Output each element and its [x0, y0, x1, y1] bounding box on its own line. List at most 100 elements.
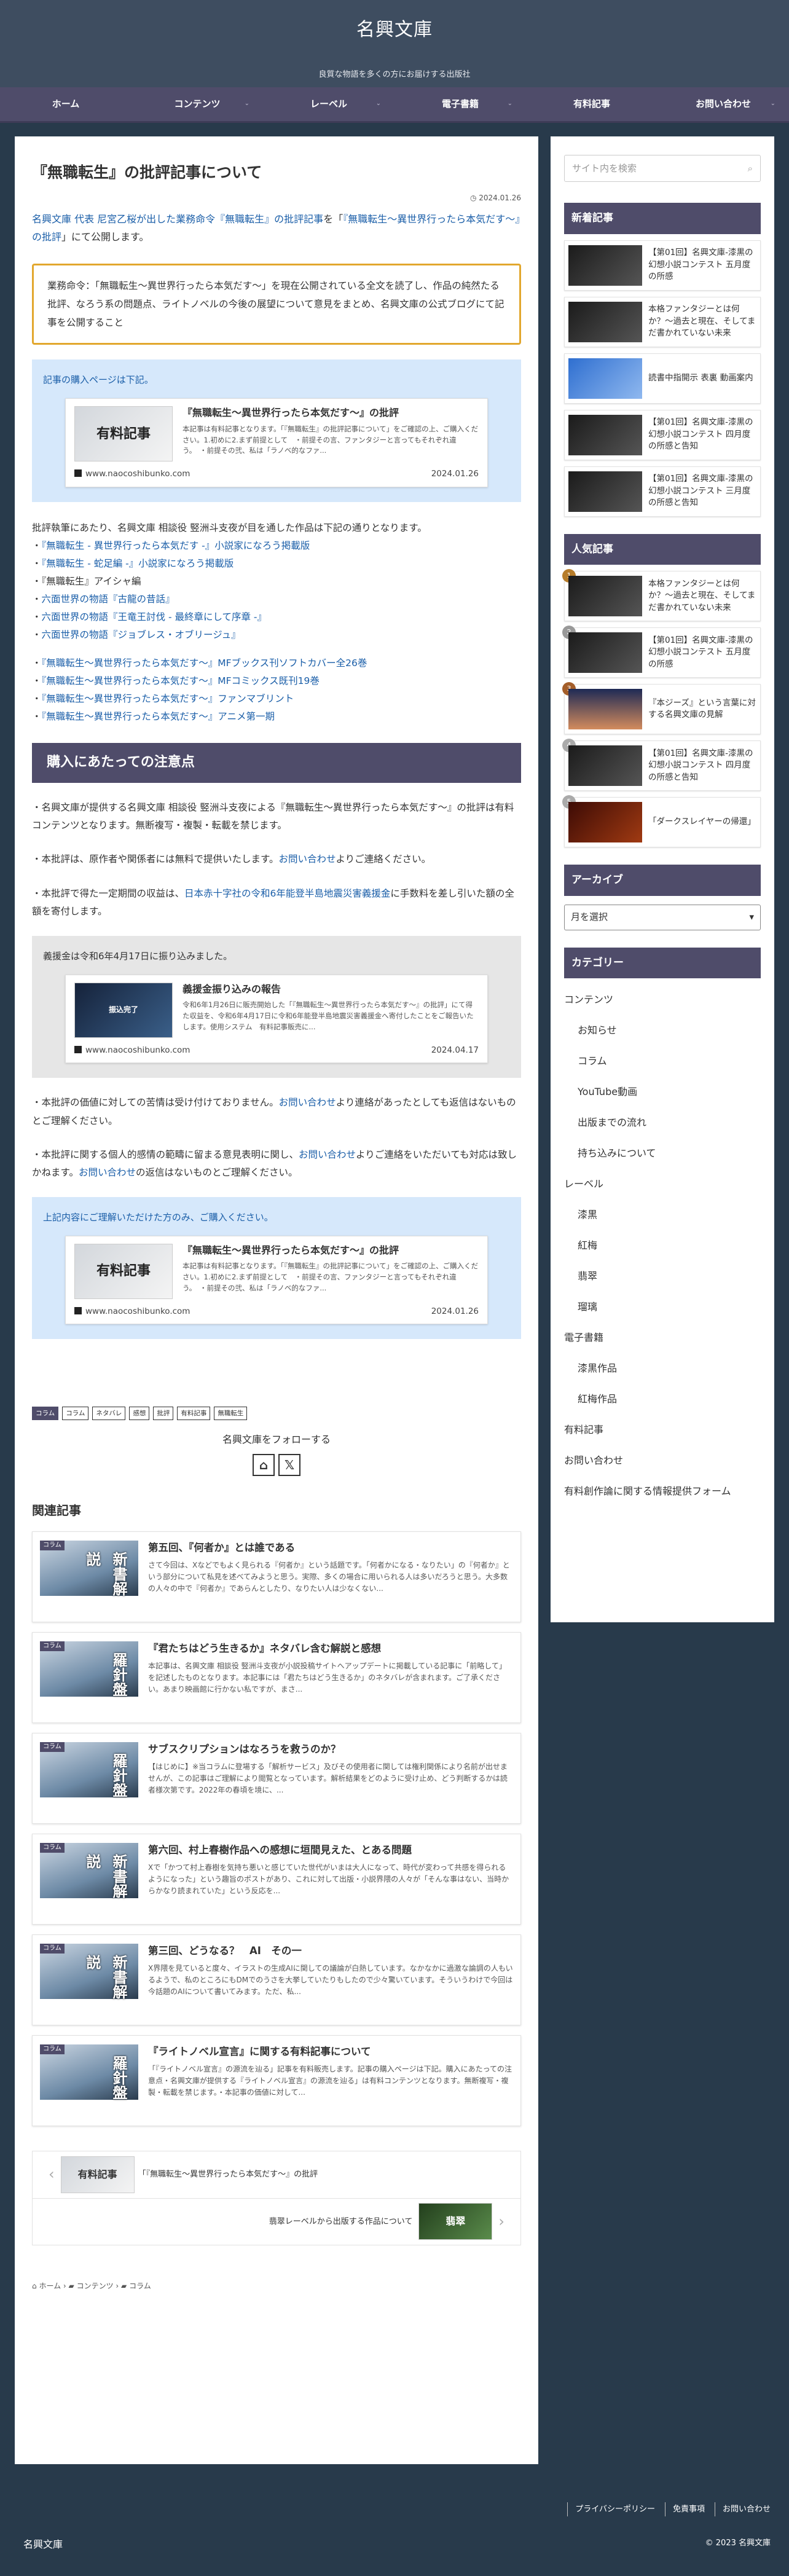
related-title: 第五回、『何者か』とは誰である	[148, 1541, 296, 1553]
card-title: 義援金振り込みの報告	[183, 983, 281, 995]
footer-link[interactable]: お問い合わせ	[714, 2502, 771, 2517]
category-link[interactable]: YouTube動画	[564, 1077, 761, 1107]
category-link[interactable]: 漆黒	[564, 1200, 761, 1230]
category-badge: コラム	[40, 1540, 65, 1550]
category-link[interactable]: 持ち込みについて	[564, 1138, 761, 1169]
tag-link[interactable]: 感想	[129, 1407, 150, 1421]
category-link[interactable]: 翡翠	[564, 1261, 761, 1292]
related-item[interactable]: コラム 羅針盤 『君たちはどう生きるか』ネタバレ含む解説と感想 本記事は、名興文庫 相…	[32, 1632, 521, 1723]
category-link[interactable]: 紅梅作品	[564, 1384, 761, 1415]
work-title[interactable]: 六面世界の物語『ジョブレス・オブリージュ』	[42, 629, 241, 640]
related-item[interactable]: コラム 新書解説 第三回、どうなる？ AI その一 X界隈を見ていると度々、イラストの…	[32, 1934, 521, 2025]
notice-p3: ・本批評で得た一定期間の収益は、日本赤十字社の令和6年能登半島地震災害義援金に手…	[32, 887, 514, 917]
category-link[interactable]: 漆黒作品	[564, 1353, 761, 1384]
work-title[interactable]: 『無職転生〜異世界行ったら本気だす〜』アニメ第一期	[42, 711, 275, 722]
category-link[interactable]: 出版までの流れ	[564, 1107, 761, 1138]
footer-site-name[interactable]: 名興文庫	[23, 2536, 63, 2554]
nav-contact[interactable]: お問い合わせ ⌄	[658, 87, 789, 121]
work-title[interactable]: 六面世界の物語『王竜王討伐 - 最終章にして序章 -』	[42, 611, 267, 622]
category-badge: コラム	[40, 1943, 65, 1954]
tag-link[interactable]: ネタバレ	[92, 1407, 126, 1421]
card-site: www.naocoshibunko.com	[85, 1306, 190, 1316]
work-title[interactable]: 『無職転生〜異世界行ったら本気だす〜』MFブックス刊ソフトカバー全26巻	[42, 658, 367, 669]
search-icon[interactable]: ⌕	[748, 160, 753, 177]
new-post-title: 【第01回】名興文庫-漆黒の幻想小説コンテスト 五月度の所感	[648, 248, 753, 282]
new-post-title: 本格ファンタジーとは何か？〜過去と現在、そしてまだ書かれていない未来	[648, 304, 756, 339]
purchase-box: 記事の購入ページは下記。 有料記事 『無職転生〜異世界行ったら本気だす〜』の批評…	[32, 359, 521, 502]
related-item[interactable]: コラム 羅針盤 サブスクリプションはなろうを救うのか？ 【はじめに】※当コラムに登場す…	[32, 1732, 521, 1824]
tag-link[interactable]: 批評	[153, 1407, 174, 1421]
card-title: 『無職転生〜異世界行ったら本気だす〜』の批評	[183, 1244, 399, 1256]
category-link[interactable]: 有料記事	[564, 1415, 761, 1445]
search-input[interactable]: サイト内を検索	[572, 160, 637, 177]
category-link[interactable]: お知らせ	[564, 1015, 761, 1046]
list-item: ・『無職転生〜異世界行ったら本気だす〜』ファンマブリント	[32, 693, 294, 704]
category-link[interactable]: お問い合わせ	[564, 1445, 761, 1476]
tag-link[interactable]: 有料記事	[177, 1407, 211, 1421]
blog-card[interactable]: 振込完了 義援金振り込みの報告 令和6年1月26日に販売開始した「『無職転生〜異世…	[65, 974, 488, 1064]
breadcrumb-column[interactable]: コラム	[129, 2282, 151, 2290]
popular-item[interactable]: 4【第01回】名興文庫-漆黒の幻想小説コンテスト 四月度の所感と告知	[562, 739, 761, 791]
popular-title: 『本ジーズ』という言葉に対する名興文庫の見解	[648, 697, 756, 720]
contact-link[interactable]: お問い合わせ	[279, 1097, 336, 1108]
home-icon[interactable]: ⌂	[253, 1453, 275, 1476]
archive-select[interactable]: 月を選択 ▾	[564, 904, 761, 930]
related-item[interactable]: コラム 羅針盤 『ライトノベル宣言』に関する有料記事について 「『ライトノベル宣言』の…	[32, 2035, 521, 2126]
category-link[interactable]: 電子書籍	[564, 1322, 761, 1353]
related-excerpt: 【はじめに】※当コラムに登場する「解析サービス」及びその使用者に関しては権利関係…	[148, 1762, 508, 1795]
nav-contents[interactable]: コンテンツ ⌄	[132, 87, 263, 121]
tag-link[interactable]: コラム	[62, 1407, 89, 1421]
lead-link-order[interactable]: 名興文庫 代表 尼宮乙桜が出した業務命令『無職転生』の批評記事	[32, 213, 323, 225]
red-cross-link[interactable]: 日本赤十字社の令和6年能登半島地震災害義援金	[184, 888, 390, 899]
blog-card[interactable]: 有料記事 『無職転生〜異世界行ったら本気だす〜』の批評 本記事は有料記事となります…	[65, 1235, 488, 1325]
work-title[interactable]: 『無職転生〜異世界行ったら本気だす〜』MFコミックス既刊19巻	[42, 675, 320, 686]
category-link[interactable]: レーベル	[564, 1169, 761, 1200]
category-link[interactable]: 有料創作論に関する情報提供フォーム	[564, 1476, 761, 1507]
popular-item[interactable]: 1本格ファンタジーとは何か？〜過去と現在、そしてまだ書かれていない未来	[562, 569, 761, 622]
post-thumbnail	[568, 414, 642, 455]
contact-link[interactable]: お問い合わせ	[278, 854, 336, 865]
new-post-item[interactable]: 【第01回】名興文庫-漆黒の幻想小説コンテスト 四月度の所感と告知	[564, 409, 761, 460]
category-badge[interactable]: コラム	[32, 1407, 59, 1421]
category-link[interactable]: コラム	[564, 1046, 761, 1077]
new-post-item[interactable]: 本格ファンタジーとは何か？〜過去と現在、そしてまだ書かれていない未来	[564, 296, 761, 347]
related-thumbnail: コラム 羅針盤	[40, 1742, 138, 1797]
site-title[interactable]: 名興文庫	[0, 14, 789, 47]
work-title[interactable]: 六面世界の物語『古龍の昔話』	[42, 594, 175, 605]
nav-paid[interactable]: 有料記事	[526, 87, 658, 121]
breadcrumb-contents[interactable]: コンテンツ	[77, 2282, 114, 2290]
x-icon[interactable]: 𝕏	[278, 1453, 300, 1476]
notice-p5: ・本批評に関する個人的感情の範疇に留まる意見表明に関し、お問い合わせよりご連絡を…	[32, 1149, 517, 1179]
tag-link[interactable]: 無職転生	[214, 1407, 248, 1421]
nav-ebooks[interactable]: 電子書籍 ⌄	[394, 87, 526, 121]
list-item: ・『無職転生』アイシャ編	[32, 576, 141, 587]
popular-item[interactable]: 3『本ジーズ』という言葉に対する名興文庫の見解	[562, 682, 761, 735]
search-box[interactable]: サイト内を検索 ⌕	[564, 155, 761, 182]
section-heading: 購入にあたっての注意点	[32, 743, 521, 783]
blog-card[interactable]: 有料記事 『無職転生〜異世界行ったら本気だす〜』の批評 本記事は有料記事となります…	[65, 398, 488, 487]
new-post-item[interactable]: 【第01回】名興文庫-漆黒の幻想小説コンテスト 三月度の所感と告知	[564, 466, 761, 517]
popular-item[interactable]: 5「ダークスレイヤーの帰還」	[562, 795, 761, 848]
related-item[interactable]: コラム 新書解説 第六回、村上春樹作品への感想に垣間見えた、とある問題 Xで「かつて村…	[32, 1833, 521, 1925]
work-title[interactable]: 『無職転生 - 異世界行ったら本気だす -』小説家になろう掲載版	[42, 540, 310, 551]
breadcrumb-home[interactable]: ホーム	[39, 2282, 61, 2290]
contact-link[interactable]: お問い合わせ	[299, 1149, 356, 1160]
nav-home[interactable]: ホーム	[0, 87, 132, 121]
work-title[interactable]: 『無職転生 - 蛇足編 -』小説家になろう掲載版	[42, 558, 234, 569]
prev-post-link[interactable]: ‹ 有料記事 「『無職転生〜異世界行ったら本気だす〜』の批評	[33, 2151, 520, 2198]
footer-link[interactable]: プライバシーポリシー	[567, 2502, 655, 2517]
category-link[interactable]: コンテンツ	[564, 984, 761, 1015]
new-post-item[interactable]: 【第01回】名興文庫-漆黒の幻想小説コンテスト 五月度の所感	[564, 240, 761, 291]
nav-label[interactable]: レーベル ⌄	[263, 87, 394, 121]
new-post-item[interactable]: 読書中指開示 表裏 動画案内	[564, 353, 761, 404]
folder-icon: ▰	[121, 2281, 130, 2290]
contact-link[interactable]: お問い合わせ	[79, 1167, 136, 1178]
next-post-link[interactable]: 翡翠レーベルから出版する作品について 翡翠 ›	[33, 2197, 520, 2245]
work-title[interactable]: 『無職転生〜異世界行ったら本気だす〜』ファンマブリント	[42, 693, 294, 704]
list-intro: 批評執筆にあたり、名興文庫 相談役 竪洲斗支夜が目を通した作品は下記の通りとなり…	[32, 522, 427, 533]
category-link[interactable]: 瑠璃	[564, 1292, 761, 1322]
category-link[interactable]: 紅梅	[564, 1230, 761, 1261]
popular-item[interactable]: 2【第01回】名興文庫-漆黒の幻想小説コンテスト 五月度の所感	[562, 626, 761, 678]
related-item[interactable]: コラム 新書解説 第五回、『何者か』とは誰である さて今回は、Xなどでもよく見られる『…	[32, 1531, 521, 1622]
footer-link[interactable]: 免責事項	[664, 2502, 705, 2517]
